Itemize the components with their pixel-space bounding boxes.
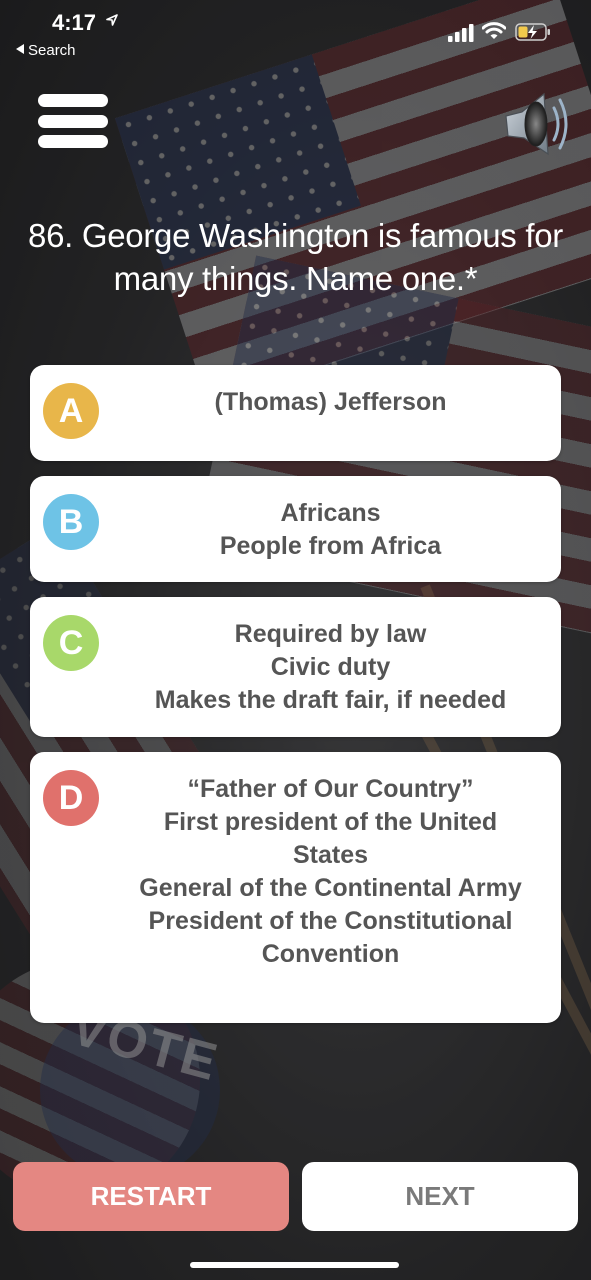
answer-line: President of the Constitutional bbox=[148, 907, 513, 935]
answer-text: (Thomas) Jefferson bbox=[100, 386, 561, 419]
answer-line: Africans bbox=[280, 499, 381, 527]
answer-line: General of the Continental Army bbox=[139, 874, 522, 902]
answer-letter-badge: D bbox=[43, 770, 99, 826]
back-label: Search bbox=[28, 42, 76, 59]
answer-line: (Thomas) Jefferson bbox=[214, 388, 447, 416]
answer-letter-badge: B bbox=[43, 494, 99, 550]
back-arrow-icon bbox=[16, 44, 24, 54]
back-to-search-link[interactable]: Search bbox=[16, 42, 76, 59]
question-text: 86. George Washington is famous for many… bbox=[28, 217, 563, 297]
answer-letter-badge: C bbox=[43, 615, 99, 671]
answer-line: States bbox=[292, 841, 369, 869]
answer-line: First president of the United bbox=[163, 808, 498, 836]
speaker-volume-icon[interactable] bbox=[502, 86, 578, 162]
answer-line: Required by law bbox=[234, 620, 427, 648]
answer-line: People from Africa bbox=[219, 532, 442, 560]
answer-option-a[interactable]: A (Thomas) Jefferson bbox=[30, 365, 561, 461]
answer-line: “Father of Our Country” bbox=[187, 775, 474, 803]
cellular-signal-icon bbox=[448, 24, 474, 42]
answer-text: Africans People from Africa bbox=[100, 497, 561, 563]
answer-line: Makes the draft fair, if needed bbox=[154, 686, 507, 714]
home-indicator[interactable] bbox=[190, 1262, 399, 1268]
restart-button[interactable]: RESTART bbox=[13, 1162, 289, 1231]
answer-line: Convention bbox=[261, 940, 400, 968]
answer-line: Civic duty bbox=[270, 653, 391, 681]
hamburger-menu-icon[interactable] bbox=[38, 94, 108, 150]
battery-charging-icon bbox=[515, 23, 550, 41]
answer-text: Required by law Civic duty Makes the dra… bbox=[100, 618, 561, 717]
answer-letter-badge: A bbox=[43, 383, 99, 439]
next-button[interactable]: NEXT bbox=[302, 1162, 578, 1231]
answer-option-b[interactable]: B Africans People from Africa bbox=[30, 476, 561, 582]
wifi-icon bbox=[482, 22, 506, 39]
answer-option-d[interactable]: D “Father of Our Country” First presiden… bbox=[30, 752, 561, 1023]
location-arrow-icon bbox=[106, 14, 118, 26]
status-bar: 4:17 Search bbox=[0, 0, 591, 70]
status-time: 4:17 bbox=[52, 10, 97, 35]
answer-text: “Father of Our Country” First president … bbox=[100, 773, 561, 971]
answer-option-c[interactable]: C Required by law Civic duty Makes the d… bbox=[30, 597, 561, 737]
